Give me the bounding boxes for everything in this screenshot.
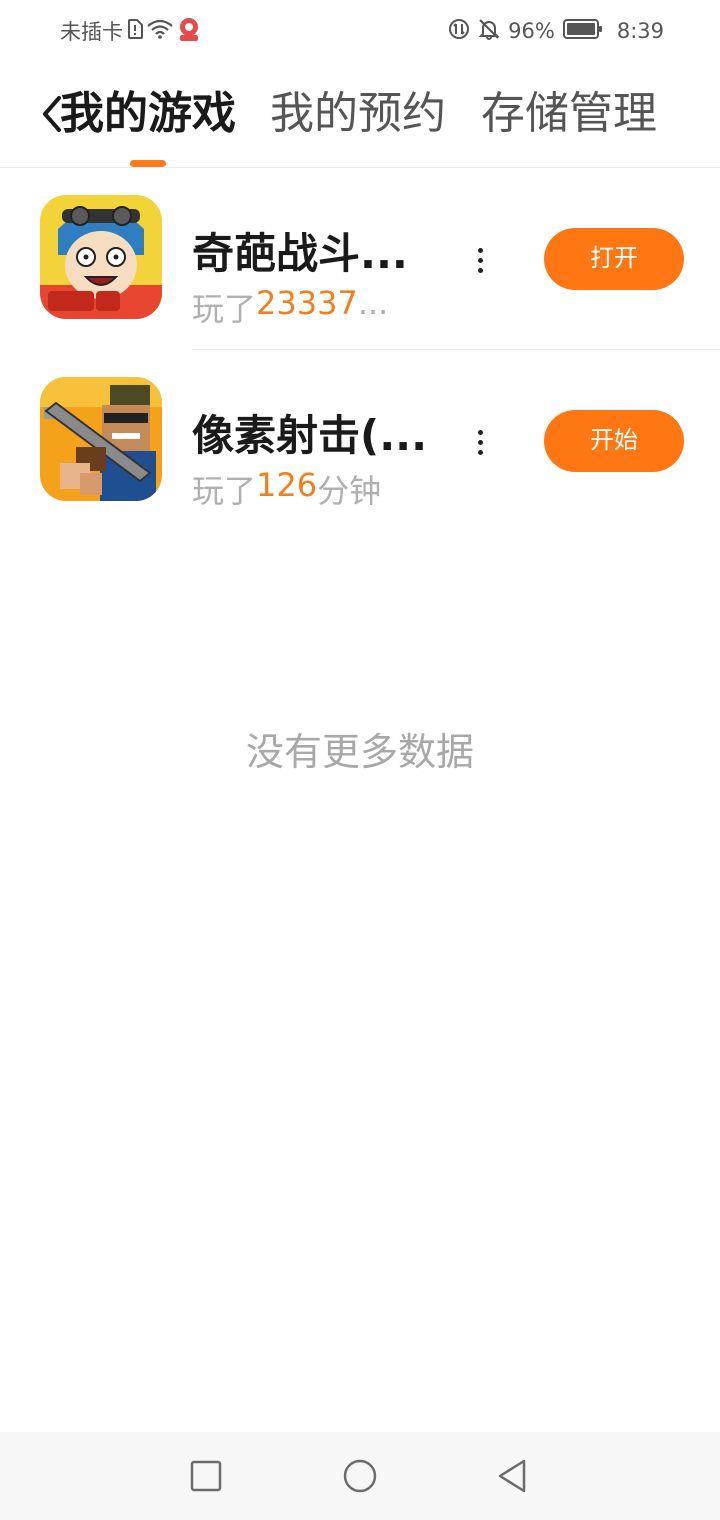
app-notification-icon xyxy=(177,16,201,46)
top-tab-bar: 我的游戏 我的预约 存储管理 xyxy=(0,62,720,168)
dot xyxy=(477,429,483,435)
home-button[interactable] xyxy=(336,1452,384,1500)
game-title: 像素射击(... xyxy=(192,411,428,460)
battery-percent: 96% xyxy=(508,19,555,43)
play-time-suffix: 分钟 xyxy=(317,472,382,510)
list-item[interactable]: 像素射击(... 玩了 126 分钟 开始 xyxy=(0,350,720,530)
status-bar-right: 96% 8:39 xyxy=(448,16,664,46)
dot xyxy=(477,247,483,253)
play-time-value: 126 xyxy=(256,466,318,504)
back-nav-button[interactable] xyxy=(488,1452,536,1500)
battery-icon xyxy=(562,18,603,44)
status-bar: 未插卡 96% 8:39 xyxy=(0,0,720,62)
cartoon-boy-game-icon[interactable] xyxy=(40,195,162,319)
dot xyxy=(477,439,483,445)
dot xyxy=(477,257,483,263)
home-icon xyxy=(343,1459,377,1493)
active-tab-indicator xyxy=(130,160,166,167)
back-icon xyxy=(498,1459,526,1493)
pixel-shooter-game-icon[interactable] xyxy=(40,377,162,501)
play-time-suffix: ... xyxy=(357,284,389,322)
dot xyxy=(477,267,483,273)
tab-storage-management[interactable]: 存储管理 xyxy=(481,86,657,142)
game-title: 奇葩战斗... xyxy=(192,229,408,278)
clock: 8:39 xyxy=(616,19,664,43)
data-saver-icon xyxy=(448,18,470,44)
list-item[interactable]: 奇葩战斗... 玩了 23337... 打开 xyxy=(0,168,720,350)
play-time: 玩了 126 分钟 xyxy=(192,466,452,512)
open-game-button[interactable]: 打开 xyxy=(544,228,684,290)
no-more-data-text: 没有更多数据 xyxy=(245,730,474,774)
more-options-button[interactable] xyxy=(466,240,494,280)
sim-alert-icon xyxy=(127,19,143,43)
tab-my-reservations[interactable]: 我的预约 xyxy=(270,86,446,142)
play-time: 玩了 23337... xyxy=(192,284,452,330)
recent-apps-button[interactable] xyxy=(182,1452,230,1500)
system-navigation-bar xyxy=(0,1432,720,1520)
play-time-prefix: 玩了 xyxy=(192,472,257,510)
carrier-label: 未插卡 xyxy=(60,20,123,44)
recent-apps-icon xyxy=(190,1460,222,1492)
status-bar-left: 未插卡 xyxy=(60,16,201,46)
more-options-button[interactable] xyxy=(466,422,494,462)
wifi-icon xyxy=(147,19,173,43)
dot xyxy=(477,449,483,455)
mute-bell-icon xyxy=(478,18,500,44)
play-time-prefix: 玩了 xyxy=(192,290,257,328)
play-time-value: 23337 xyxy=(256,284,358,322)
start-game-button[interactable]: 开始 xyxy=(544,410,684,472)
tab-my-games[interactable]: 我的游戏 xyxy=(60,86,236,142)
